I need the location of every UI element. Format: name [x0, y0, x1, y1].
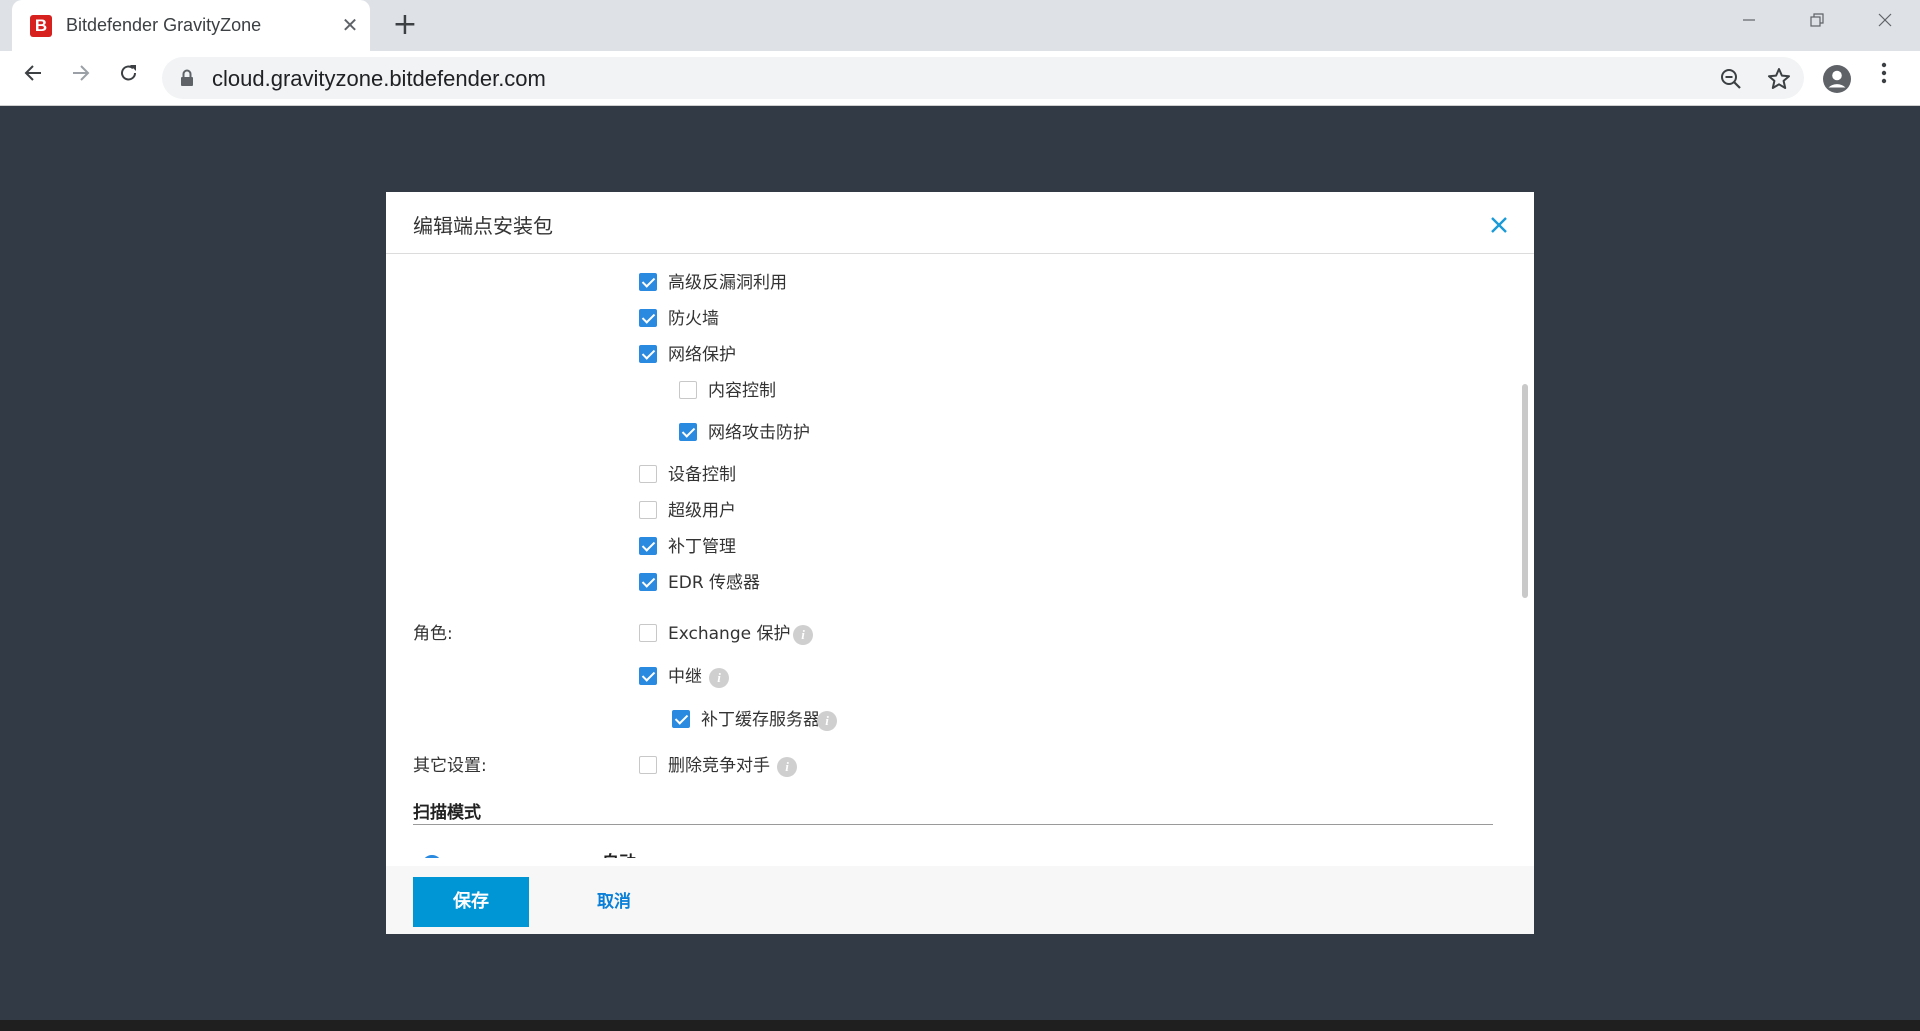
checkbox-label: 中继 — [668, 667, 702, 687]
checkbox[interactable] — [672, 710, 690, 728]
new-tab-button[interactable]: + — [389, 10, 421, 42]
checkbox[interactable] — [639, 756, 657, 774]
checkbox[interactable] — [639, 273, 657, 291]
forward-arrow-icon[interactable] — [65, 62, 97, 94]
dialog-body: 高级反漏洞利用 防火墙 网络保护 内容控制 网络攻击防护 设备控制 超级用户 补… — [386, 254, 1534, 858]
info-icon[interactable]: i — [777, 757, 797, 777]
dialog-header: 编辑端点安装包 — [386, 192, 1534, 254]
url-text: cloud.gravityzone.bitdefender.com — [212, 66, 546, 91]
checkbox[interactable] — [639, 667, 657, 685]
checkbox[interactable] — [639, 501, 657, 519]
info-icon[interactable]: i — [709, 668, 729, 688]
tab-close-icon[interactable]: ✕ — [338, 13, 362, 37]
reload-icon[interactable] — [113, 62, 145, 94]
checkbox-label: 删除竞争对手 — [668, 756, 770, 776]
tab-title: Bitdefender GravityZone — [66, 15, 262, 35]
checkbox[interactable] — [679, 381, 697, 399]
scan-mode-auto-label: 自动 — [452, 853, 486, 858]
dialog-footer: 保存 取消 — [386, 866, 1534, 934]
checkbox-label: 网络攻击防护 — [708, 423, 810, 443]
checkbox-label: 防火墙 — [668, 309, 719, 329]
minimize-icon[interactable] — [1726, 8, 1772, 40]
restore-icon[interactable] — [1794, 8, 1840, 40]
profile-avatar-icon[interactable] — [1822, 64, 1852, 94]
scan-mode-title-text: 扫描模式 — [413, 803, 481, 823]
checkbox[interactable] — [639, 573, 657, 591]
bitdefender-favicon-icon: B — [30, 15, 52, 37]
os-taskbar — [0, 1020, 1920, 1031]
cancel-button[interactable]: 取消 — [597, 877, 631, 927]
browser-tabstrip: B Bitdefender GravityZone ✕ + — [0, 0, 1920, 51]
browser-menu-icon[interactable] — [1874, 62, 1894, 94]
checkbox-label: 超级用户 — [668, 501, 736, 521]
window-close-icon[interactable] — [1862, 8, 1908, 40]
checkbox-label: 补丁缓存服务器 — [701, 710, 820, 730]
save-button[interactable]: 保存 — [413, 877, 529, 927]
checkbox[interactable] — [679, 423, 697, 441]
browser-tab[interactable]: B Bitdefender GravityZone ✕ — [12, 0, 370, 51]
checkbox[interactable] — [639, 309, 657, 327]
checkbox[interactable] — [639, 537, 657, 555]
checkbox-label: 网络保护 — [668, 345, 736, 365]
section-divider — [413, 824, 1493, 825]
dialog-title: 编辑端点安装包 — [413, 214, 553, 238]
checkbox-label: 设备控制 — [668, 465, 736, 485]
back-arrow-icon[interactable] — [17, 62, 49, 94]
roles-label: 角色: — [413, 624, 453, 644]
edit-package-dialog: 编辑端点安装包 高级反漏洞利用 防火墙 网络保护 内容控制 网络攻击防护 设备控… — [386, 192, 1534, 934]
dialog-close-icon[interactable] — [1486, 212, 1512, 238]
checkbox-label: 内容控制 — [708, 381, 776, 401]
checkbox-label: Exchange 保护 — [668, 624, 791, 644]
checkbox[interactable] — [639, 465, 657, 483]
checkbox-label: 高级反漏洞利用 — [668, 273, 787, 293]
address-bar[interactable]: cloud.gravityzone.bitdefender.com — [162, 57, 1804, 99]
dialog-scrollbar[interactable] — [1522, 384, 1528, 598]
browser-toolbar: cloud.gravityzone.bitdefender.com — [0, 51, 1920, 106]
other-settings-label: 其它设置: — [413, 756, 487, 776]
checkbox[interactable] — [639, 345, 657, 363]
checkbox-label: EDR 传感器 — [668, 573, 761, 593]
zoom-out-icon[interactable] — [1718, 66, 1744, 92]
info-icon[interactable]: i — [817, 711, 837, 731]
scan-mode-auto-radio[interactable] — [422, 855, 442, 858]
scan-mode-value: 自动 — [602, 848, 636, 858]
lock-icon — [180, 69, 194, 91]
info-icon[interactable]: i — [793, 625, 813, 645]
checkbox[interactable] — [639, 624, 657, 642]
scan-mode-title: 扫描模式 — [413, 798, 481, 823]
bookmark-star-icon[interactable] — [1766, 66, 1792, 92]
checkbox-label: 补丁管理 — [668, 537, 736, 557]
